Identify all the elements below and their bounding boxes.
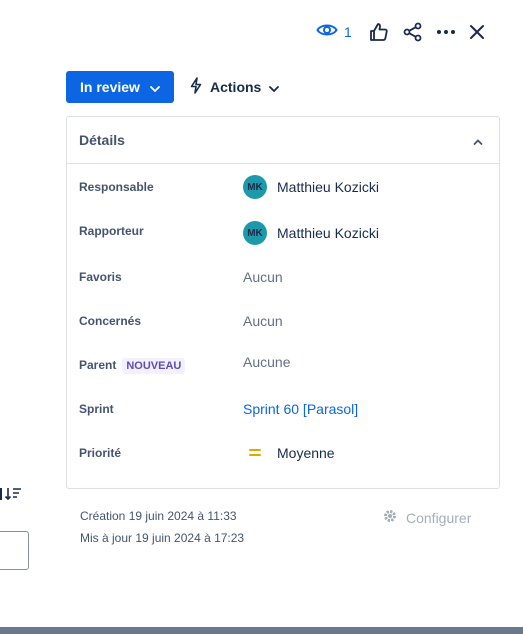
watchers-label: Concernés — [79, 314, 142, 328]
assignee-label: Responsable — [79, 180, 154, 194]
updated-date: Mis à jour 19 juin 2024 à 17:23 — [80, 531, 245, 545]
actions-label: Actions — [210, 79, 262, 95]
comment-input[interactable] — [0, 531, 29, 570]
like-icon[interactable] — [367, 20, 391, 44]
configure-button[interactable]: Configurer — [382, 508, 471, 527]
parent-value[interactable]: Aucune — [243, 354, 290, 370]
avatar: MK — [243, 221, 267, 245]
more-icon[interactable] — [434, 20, 458, 44]
gear-icon — [382, 508, 398, 527]
reporter-name: Matthieu Kozicki — [277, 225, 379, 241]
favorites-value[interactable]: Aucun — [243, 269, 283, 285]
eye-icon — [316, 22, 338, 43]
details-title: Détails — [79, 132, 125, 148]
lightning-icon — [190, 77, 202, 97]
actions-dropdown[interactable]: Actions — [190, 72, 280, 102]
favorites-label: Favoris — [79, 270, 122, 284]
parent-label: Parent NOUVEAU — [79, 358, 186, 374]
priority-name: Moyenne — [277, 445, 335, 461]
status-dropdown[interactable]: In review — [66, 71, 174, 103]
reporter-value[interactable]: MK Matthieu Kozicki — [243, 221, 379, 245]
sprint-label: Sprint — [79, 402, 114, 416]
watch-button[interactable]: 1 — [316, 20, 352, 44]
assignee-value[interactable]: MK Matthieu Kozicki — [243, 175, 379, 199]
chevron-up-icon — [473, 133, 483, 151]
sort-icon[interactable] — [0, 487, 22, 506]
bottom-edge-bar — [0, 627, 523, 634]
reporter-label: Rapporteur — [79, 224, 144, 238]
configure-label: Configurer — [406, 509, 472, 526]
watchers-count: 1 — [344, 24, 352, 40]
priority-medium-icon — [243, 448, 267, 458]
close-icon[interactable] — [465, 20, 489, 44]
chevron-down-icon — [269, 79, 280, 95]
avatar: MK — [243, 175, 267, 199]
details-header[interactable]: Détails — [67, 117, 499, 164]
share-icon[interactable] — [401, 20, 425, 44]
chevron-down-icon — [150, 79, 160, 95]
priority-value[interactable]: Moyenne — [243, 445, 335, 461]
parent-label-text: Parent — [79, 358, 117, 373]
watchers-value[interactable]: Aucun — [243, 313, 283, 329]
sprint-link[interactable]: Sprint 60 [Parasol] — [243, 401, 358, 417]
assignee-name: Matthieu Kozicki — [277, 179, 379, 195]
priority-label: Priorité — [79, 446, 122, 460]
status-label: In review — [80, 79, 140, 95]
details-panel: Détails Responsable MK Matthieu Kozicki … — [66, 116, 500, 489]
created-date: Création 19 juin 2024 à 11:33 — [80, 509, 237, 523]
new-badge: NOUVEAU — [122, 358, 186, 374]
